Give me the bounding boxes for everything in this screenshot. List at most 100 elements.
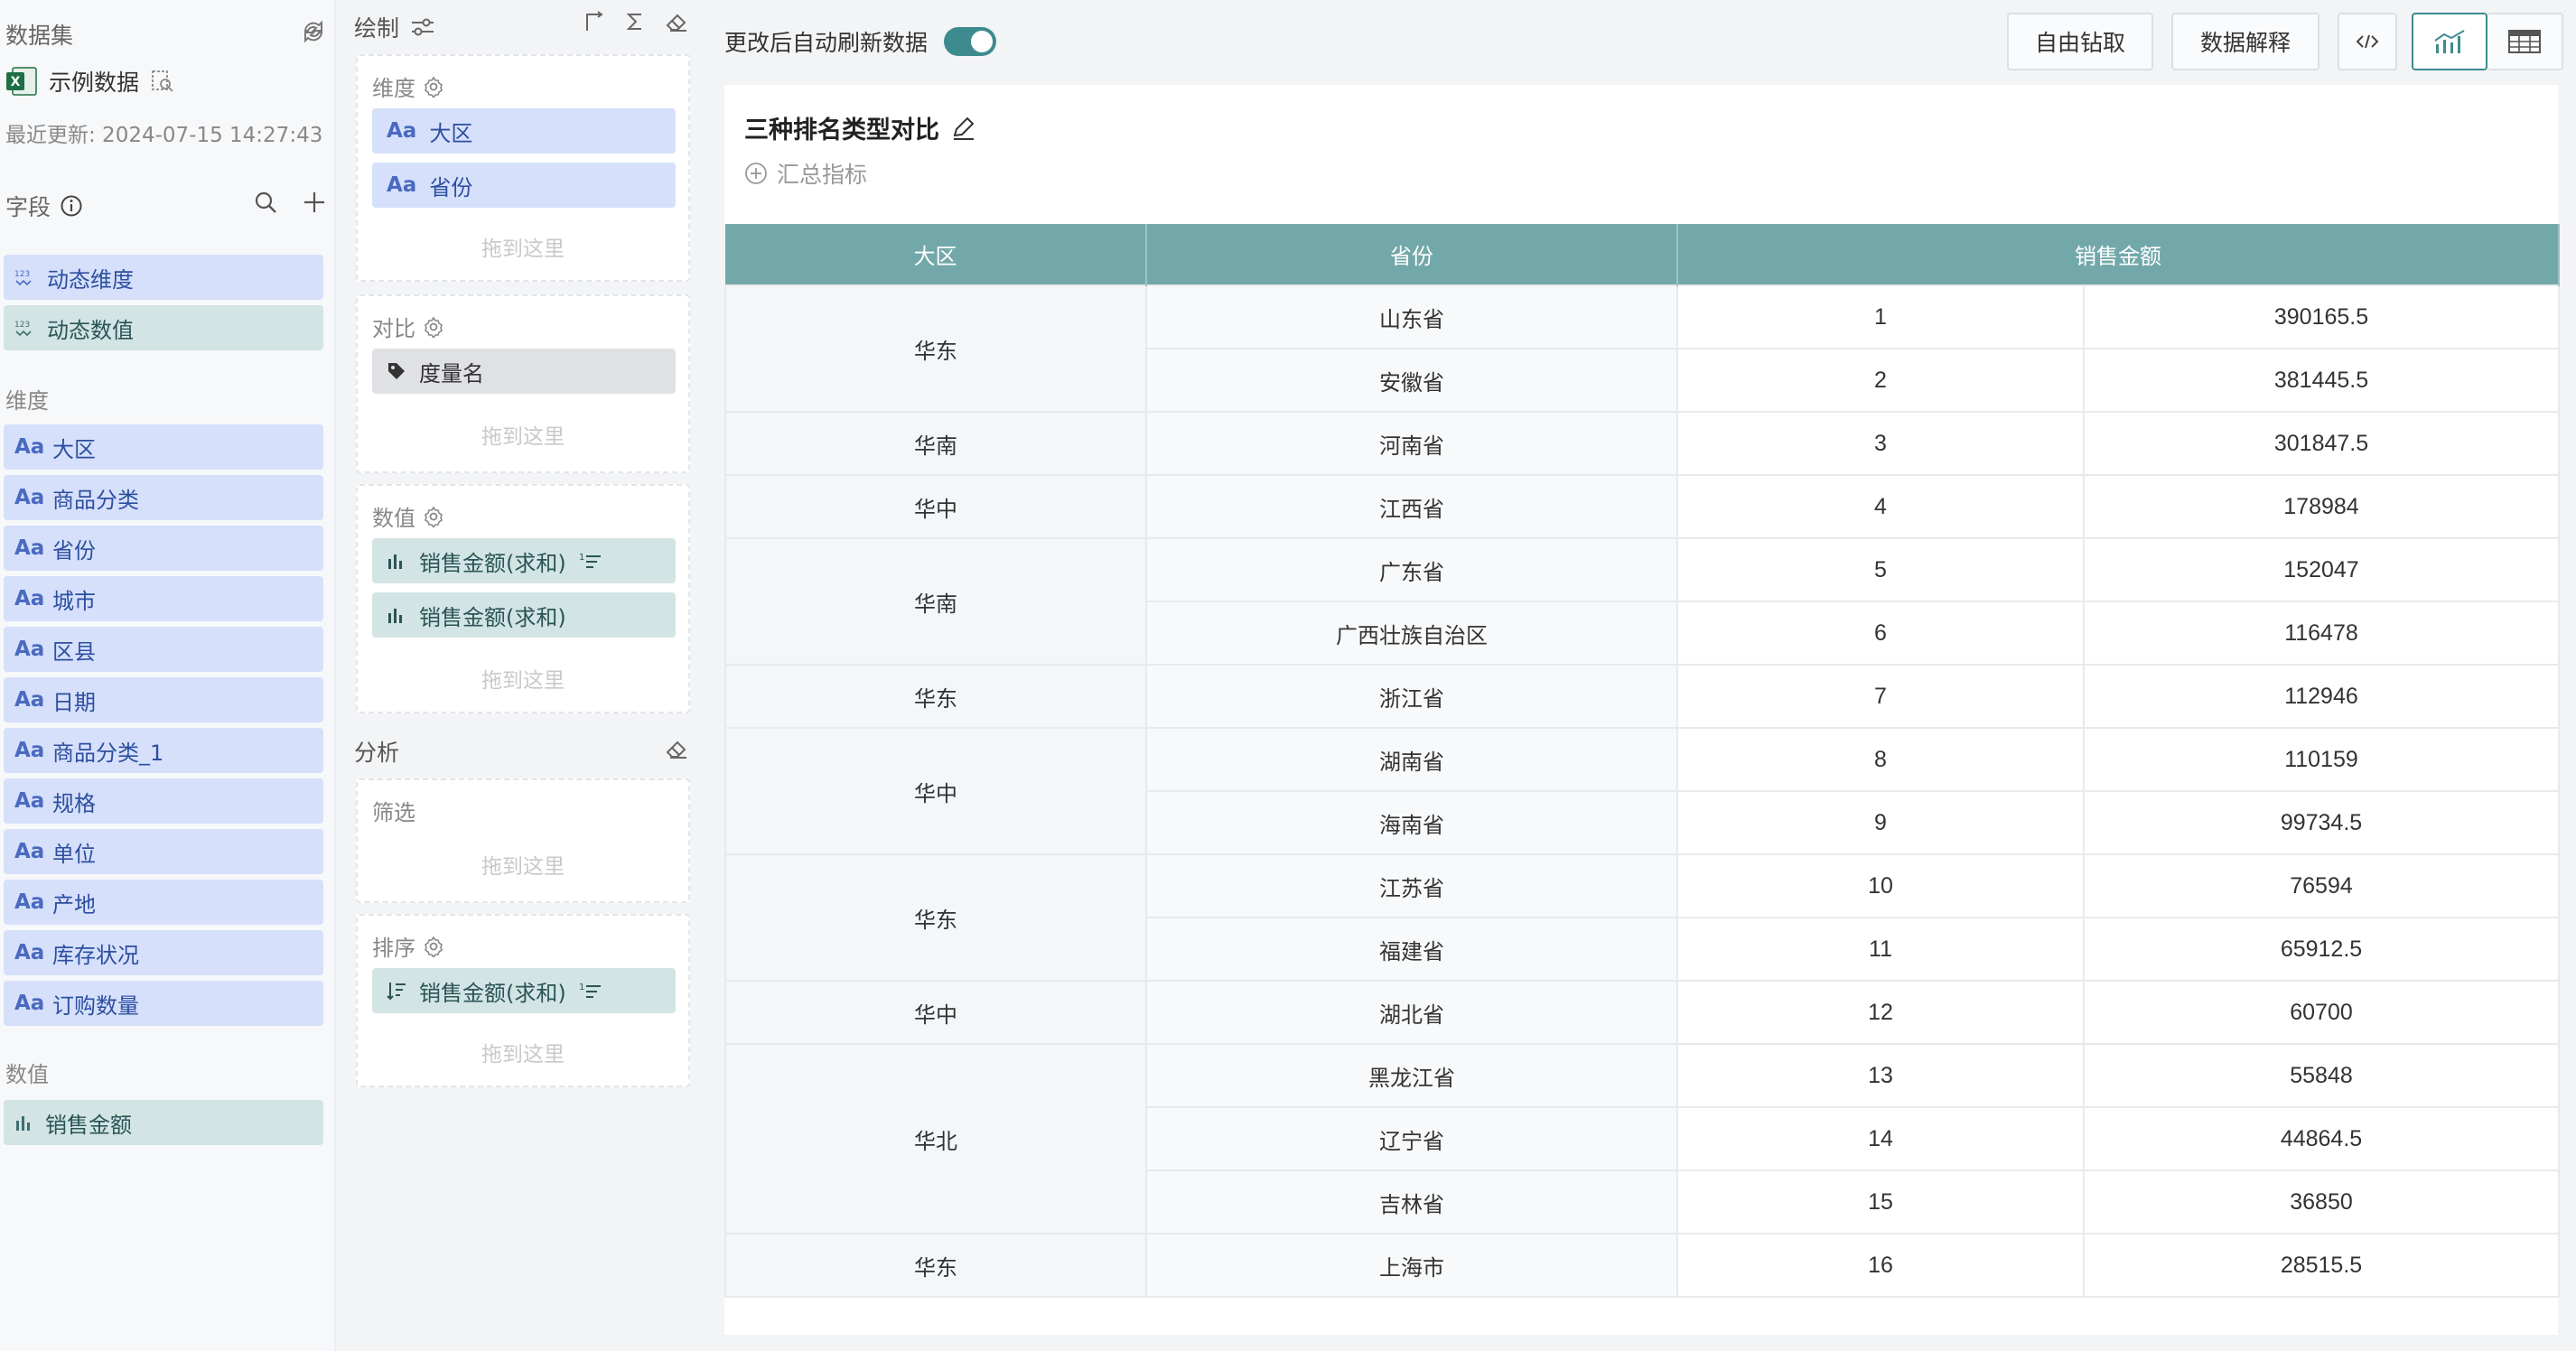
sigma-icon[interactable] bbox=[625, 11, 645, 33]
cell-province: 湖南省 bbox=[1145, 727, 1678, 792]
cell-rank: 9 bbox=[1676, 790, 2085, 855]
values-section-label: 数值 bbox=[5, 1062, 49, 1087]
field-dimension[interactable]: Aa 城市 bbox=[4, 576, 323, 621]
dataset-header: 数据集 bbox=[5, 18, 327, 49]
column-header-region[interactable]: 大区 bbox=[725, 224, 1147, 285]
drop-hint: 拖到这里 bbox=[481, 238, 565, 261]
table-row: 华南 河南省 3 301847.5 bbox=[724, 411, 2560, 476]
code-view-button[interactable] bbox=[2338, 13, 2397, 70]
svg-text:1: 1 bbox=[579, 553, 584, 563]
dataset-row[interactable]: X 示例数据 bbox=[5, 65, 175, 98]
fields-header: 字段 bbox=[5, 190, 327, 222]
compare-drop-zone[interactable]: 对比 度量名 拖到这里 bbox=[356, 294, 690, 473]
svg-text:X: X bbox=[11, 75, 21, 89]
dimension-pill[interactable]: Aa 大区 bbox=[372, 108, 676, 154]
chart-config-panel: 绘制 维度 Aa 大区 Aa 省份 拖到这里 对比 度量名 拖到这里 数值 销售… bbox=[345, 0, 697, 1351]
preview-data-icon[interactable] bbox=[150, 69, 175, 94]
cell-province: 浙江省 bbox=[1145, 664, 1678, 729]
data-explain-button[interactable]: 数据解释 bbox=[2171, 13, 2319, 70]
chart-title-text: 三种排名类型对比 bbox=[744, 116, 939, 144]
field-value[interactable]: 销售金额 bbox=[4, 1100, 323, 1145]
svg-text:123: 123 bbox=[14, 270, 30, 279]
cell-region: 华北 bbox=[724, 1043, 1147, 1235]
gear-icon[interactable] bbox=[423, 506, 444, 527]
cell-sales-amount: 116478 bbox=[2083, 601, 2560, 666]
chart-icon bbox=[2431, 28, 2468, 55]
analysis-title: 分析 bbox=[354, 740, 400, 766]
cell-sales-amount: 65912.5 bbox=[2083, 917, 2560, 982]
auto-refresh-control: 更改后自动刷新数据 bbox=[724, 25, 997, 58]
cell-province: 湖北省 bbox=[1145, 980, 1678, 1045]
table-icon bbox=[2506, 28, 2543, 55]
dimension-drop-zone[interactable]: 维度 Aa 大区 Aa 省份 拖到这里 bbox=[356, 54, 690, 282]
free-drill-button[interactable]: 自由钻取 bbox=[2007, 13, 2153, 70]
gear-icon[interactable] bbox=[423, 316, 444, 338]
cell-rank: 1 bbox=[1676, 284, 2085, 349]
table-row: 华北 黑龙江省 13 55848 bbox=[724, 1043, 2560, 1235]
edit-pencil-icon[interactable] bbox=[950, 116, 975, 141]
cell-province: 黑龙江省 bbox=[1145, 1043, 1678, 1108]
cell-rank: 4 bbox=[1676, 474, 2085, 539]
table-view-button[interactable] bbox=[2487, 13, 2563, 70]
switch-dataset-icon[interactable] bbox=[300, 18, 327, 45]
value-pill[interactable]: 销售金额(求和) bbox=[372, 592, 676, 638]
filter-drop-zone[interactable]: 筛选 拖到这里 bbox=[356, 778, 690, 903]
draw-title: 绘制 bbox=[354, 15, 400, 42]
column-header-province[interactable]: 省份 bbox=[1146, 224, 1678, 285]
cell-rank: 5 bbox=[1676, 537, 2085, 602]
add-field-icon[interactable] bbox=[302, 190, 327, 215]
field-dynamic-dimension[interactable]: 123 动态维度 bbox=[4, 255, 323, 300]
gear-icon[interactable] bbox=[423, 936, 444, 957]
field-dimension[interactable]: Aa 日期 bbox=[4, 677, 323, 722]
field-dynamic-value[interactable]: 123 动态数值 bbox=[4, 305, 323, 350]
field-dimension[interactable]: Aa 规格 bbox=[4, 778, 323, 824]
field-dimension[interactable]: Aa 大区 bbox=[4, 424, 323, 470]
rank-sort-icon[interactable]: 1 bbox=[579, 982, 602, 1000]
cell-sales-amount: 301847.5 bbox=[2083, 411, 2560, 476]
settings-sliders-icon[interactable] bbox=[410, 16, 435, 38]
field-dimension[interactable]: Aa 区县 bbox=[4, 627, 323, 672]
search-icon[interactable] bbox=[253, 190, 278, 215]
table-row: 华东 江苏省 10 76594 bbox=[724, 853, 2560, 982]
cell-rank: 2 bbox=[1676, 348, 2085, 413]
filter-box-title: 筛选 bbox=[372, 800, 415, 825]
dynamic-field-icon: 123 bbox=[14, 268, 36, 286]
rank-sort-icon[interactable]: 1 bbox=[579, 552, 602, 570]
field-dimension[interactable]: Aa 订购数量 bbox=[4, 981, 323, 1026]
cell-province: 吉林省 bbox=[1145, 1169, 1678, 1235]
measure-name-pill[interactable]: 度量名 bbox=[372, 349, 676, 394]
cell-sales-amount: 76594 bbox=[2083, 853, 2560, 918]
table-row: 华中 湖北省 12 60700 bbox=[724, 980, 2560, 1045]
eraser-icon[interactable] bbox=[665, 11, 688, 33]
field-dimension[interactable]: Aa 商品分类_1 bbox=[4, 728, 323, 773]
sort-drop-zone[interactable]: 排序 销售金额(求和) 1 拖到这里 bbox=[356, 914, 690, 1087]
cell-rank: 11 bbox=[1676, 917, 2085, 982]
field-dimension[interactable]: Aa 产地 bbox=[4, 880, 323, 925]
field-dimension[interactable]: Aa 商品分类 bbox=[4, 475, 323, 520]
sort-pill[interactable]: 销售金额(求和) 1 bbox=[372, 968, 676, 1013]
cell-region: 华南 bbox=[724, 537, 1147, 666]
value-drop-zone[interactable]: 数值 销售金额(求和) 1 销售金额(求和) 拖到这里 bbox=[356, 484, 690, 713]
field-dimension[interactable]: Aa 单位 bbox=[4, 829, 323, 874]
chart-view-button[interactable] bbox=[2412, 13, 2487, 70]
chart-main-area: 更改后自动刷新数据 自由钻取 数据解释 三种排名类型对比 汇总指标 大区 省份 … bbox=[714, 0, 2576, 1351]
field-dimension[interactable]: Aa 库存状况 bbox=[4, 930, 323, 975]
value-pill[interactable]: 销售金额(求和) 1 bbox=[372, 538, 676, 583]
cell-province: 山东省 bbox=[1145, 284, 1678, 349]
eraser-icon[interactable] bbox=[665, 738, 688, 759]
analysis-header: 分析 bbox=[354, 735, 688, 768]
dimension-pill[interactable]: Aa 省份 bbox=[372, 163, 676, 208]
cell-rank: 15 bbox=[1676, 1169, 2085, 1235]
add-summary-metric[interactable]: 汇总指标 bbox=[744, 157, 867, 190]
cell-sales-amount: 110159 bbox=[2083, 727, 2560, 792]
svg-text:123: 123 bbox=[14, 321, 30, 330]
value-box-title: 数值 bbox=[372, 506, 415, 531]
field-dimension[interactable]: Aa 省份 bbox=[4, 526, 323, 571]
axis-corner-icon[interactable] bbox=[583, 11, 605, 33]
info-icon[interactable] bbox=[60, 194, 83, 218]
auto-refresh-toggle[interactable] bbox=[944, 27, 997, 56]
draw-header: 绘制 bbox=[354, 11, 688, 43]
gear-icon[interactable] bbox=[423, 76, 444, 98]
cell-sales-amount: 55848 bbox=[2083, 1043, 2560, 1108]
column-header-sales-amount[interactable]: 销售金额 bbox=[1677, 224, 2560, 285]
